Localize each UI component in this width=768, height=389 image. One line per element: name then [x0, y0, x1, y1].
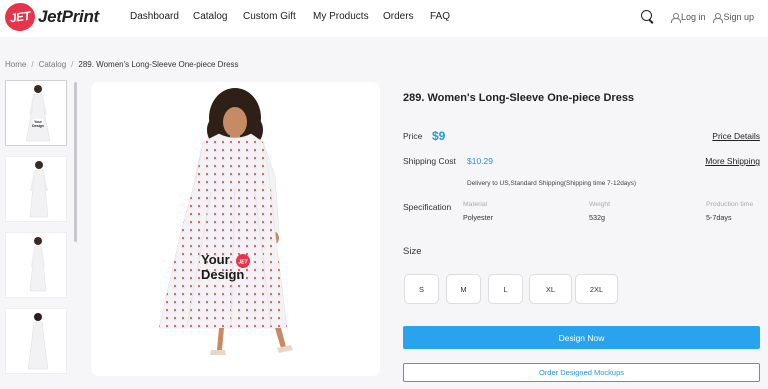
overlay-badge-text: JET	[238, 260, 248, 266]
price-value: $9	[432, 129, 446, 143]
specification-label: Specification	[403, 202, 452, 212]
signup-link[interactable]: Sign up	[713, 12, 754, 23]
breadcrumb-separator: /	[71, 60, 74, 69]
order-mockups-button[interactable]: Order Designed Mockups	[403, 363, 760, 382]
nav-custom-gift[interactable]: Custom Gift	[243, 11, 296, 22]
size-label: Size	[403, 246, 422, 257]
design-now-button[interactable]: Design Now	[403, 326, 760, 349]
spec-production-time-value: 5-7days	[706, 213, 732, 222]
size-option-l[interactable]: L	[488, 274, 523, 304]
thumbnail-3-image	[29, 237, 47, 292]
logo-text: JetPrint	[38, 7, 99, 26]
main-product-image: Your Design JET	[91, 82, 380, 376]
nav-faq[interactable]: FAQ	[430, 11, 450, 22]
breadcrumb-home[interactable]: Home	[5, 60, 26, 69]
svg-text:Design: Design	[32, 124, 44, 128]
breadcrumb-catalog[interactable]: Catalog	[39, 60, 67, 69]
thumbnail-3[interactable]	[5, 232, 67, 298]
nav-my-products[interactable]: My Products	[313, 11, 369, 22]
user-icon	[670, 12, 681, 23]
nav-orders[interactable]: Orders	[383, 11, 414, 22]
thumbnail-1-image: Your Design	[25, 85, 51, 142]
jetprint-logo[interactable]: JET JetPrint	[3, 1, 99, 33]
signup-label: Sign up	[723, 12, 754, 22]
thumbnail-4[interactable]	[5, 308, 67, 374]
overlay-design-text: Design	[201, 267, 244, 282]
breadcrumb: Home / Catalog / 289. Women's Long-Sleeve On…	[5, 60, 239, 69]
thumbnail-2-image	[29, 161, 49, 218]
thumbnail-2[interactable]	[5, 156, 67, 222]
more-shipping-link[interactable]: More Shipping	[705, 156, 760, 166]
top-header: JET JetPrint Dashboard Catalog Custom Gi…	[0, 0, 768, 37]
header-actions: Log in Sign up	[640, 9, 754, 25]
shipping-label: Shipping Cost	[403, 156, 456, 166]
thumbnail-4-image	[27, 313, 49, 370]
thumbnail-list: Your Design	[5, 80, 71, 380]
spec-production-time: Production time 5-7days	[706, 201, 753, 222]
search-icon[interactable]	[640, 10, 655, 24]
shipping-cost-value: $10.29	[467, 156, 493, 166]
breadcrumb-current: 289. Women's Long-Sleeve One-piece Dress	[78, 60, 239, 69]
size-option-s[interactable]: S	[404, 274, 439, 304]
spec-material-key: Material	[463, 201, 488, 208]
dress-model-image: Your Design JET	[158, 88, 293, 355]
nav-catalog[interactable]: Catalog	[193, 11, 227, 22]
thumbnail-scrollbar[interactable]	[74, 82, 77, 242]
size-option-m[interactable]: M	[446, 274, 481, 304]
nav-dashboard[interactable]: Dashboard	[130, 11, 179, 22]
size-option-2xl[interactable]: 2XL	[575, 274, 618, 304]
user-icon	[713, 12, 724, 23]
spec-material: Material Polyester	[463, 201, 493, 222]
spec-weight-key: Weight	[589, 201, 611, 208]
logo-badge: JET	[3, 1, 37, 33]
login-label: Log in	[680, 12, 706, 22]
breadcrumb-separator: /	[31, 60, 34, 69]
login-link[interactable]: Log in	[670, 12, 706, 23]
spec-weight-value: 532g	[589, 213, 605, 222]
delivery-note: Delivery to US,Standard Shipping(Shippin…	[467, 180, 637, 187]
spec-weight: Weight 532g	[589, 201, 610, 222]
spec-production-time-key: Production time	[706, 201, 754, 208]
size-option-xl[interactable]: XL	[529, 274, 572, 304]
product-title: 289. Women's Long-Sleeve One-piece Dress	[403, 92, 635, 104]
overlay-your-text: Your	[201, 252, 230, 267]
thumbnail-1[interactable]: Your Design	[5, 80, 67, 146]
price-details-link[interactable]: Price Details	[712, 131, 760, 141]
spec-material-value: Polyester	[463, 213, 493, 222]
price-label: Price	[403, 131, 423, 141]
